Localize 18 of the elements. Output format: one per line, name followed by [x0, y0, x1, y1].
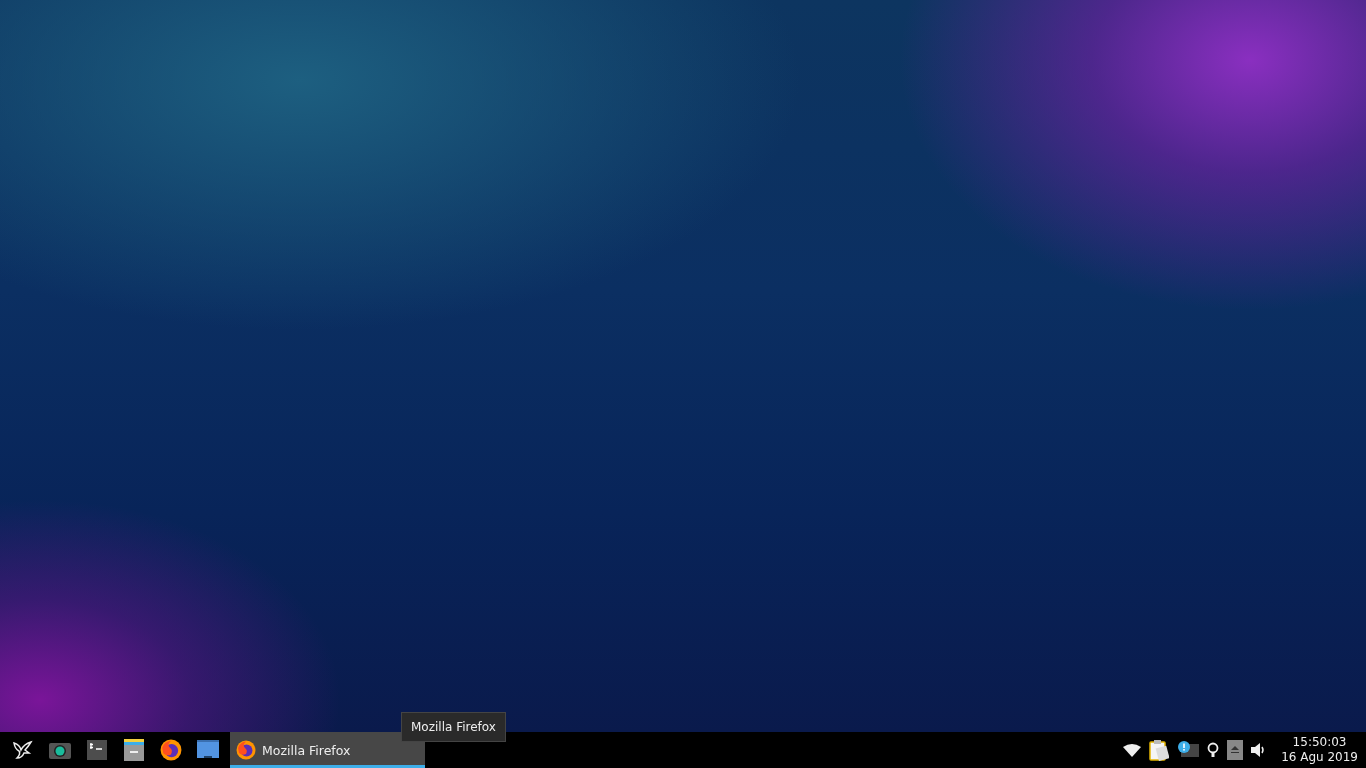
desktop-icon	[196, 740, 219, 760]
camera-icon	[48, 741, 71, 759]
lightbulb-icon	[1207, 742, 1220, 758]
firefox-icon	[236, 740, 256, 760]
task-button[interactable]: Mozilla Firefox	[230, 732, 425, 768]
firefox-icon	[159, 739, 182, 761]
clipboard-icon	[1149, 739, 1170, 761]
clock-time: 15:50:03	[1292, 735, 1347, 750]
terminal-icon	[86, 740, 107, 760]
file-cabinet-icon	[123, 739, 144, 761]
bird-icon	[11, 739, 34, 761]
eject-icon	[1227, 740, 1244, 760]
task-label: Mozilla Firefox	[262, 742, 351, 758]
notification-icon	[1177, 740, 1200, 760]
tooltip: Mozilla Firefox	[401, 712, 506, 742]
clock[interactable]: 15:50:03 16 Agu 2019	[1275, 735, 1366, 765]
wifi-icon	[1123, 743, 1142, 757]
clock-date: 16 Agu 2019	[1281, 750, 1358, 765]
